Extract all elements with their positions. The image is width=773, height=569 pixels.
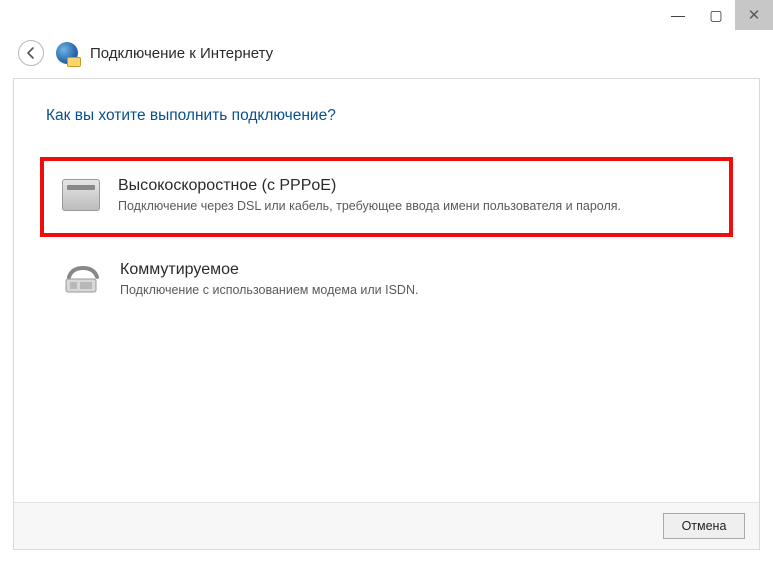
phone-modem-icon <box>64 263 102 295</box>
cancel-button[interactable]: Отмена <box>663 513 745 539</box>
option-title: Высокоскоростное (с PPPoE) <box>118 177 711 195</box>
option-text: Коммутируемое Подключение с использовани… <box>120 261 711 299</box>
window-title: Подключение к Интернету <box>90 45 273 62</box>
close-button[interactable]: ✕ <box>735 0 773 30</box>
modem-icon <box>62 179 100 211</box>
option-description: Подключение через DSL или кабель, требую… <box>118 197 711 215</box>
option-text: Высокоскоростное (с PPPoE) Подключение ч… <box>118 177 711 215</box>
option-description: Подключение с использованием модема или … <box>120 281 711 299</box>
content-panel: Как вы хотите выполнить подключение? Выс… <box>13 78 760 550</box>
back-button[interactable] <box>18 40 44 66</box>
header: Подключение к Интернету <box>0 30 773 78</box>
connection-option-dialup[interactable]: Коммутируемое Подключение с использовани… <box>48 247 727 313</box>
titlebar: — ▢ ✕ <box>0 0 773 30</box>
internet-globe-icon <box>56 42 78 64</box>
footer: Отмена <box>14 502 759 549</box>
arrow-left-icon <box>24 46 38 60</box>
option-title: Коммутируемое <box>120 261 711 279</box>
minimize-button[interactable]: — <box>659 0 697 30</box>
connection-option-pppoe[interactable]: Высокоскоростное (с PPPoE) Подключение ч… <box>40 157 733 237</box>
maximize-button[interactable]: ▢ <box>697 0 735 30</box>
question-heading: Как вы хотите выполнить подключение? <box>46 107 727 125</box>
